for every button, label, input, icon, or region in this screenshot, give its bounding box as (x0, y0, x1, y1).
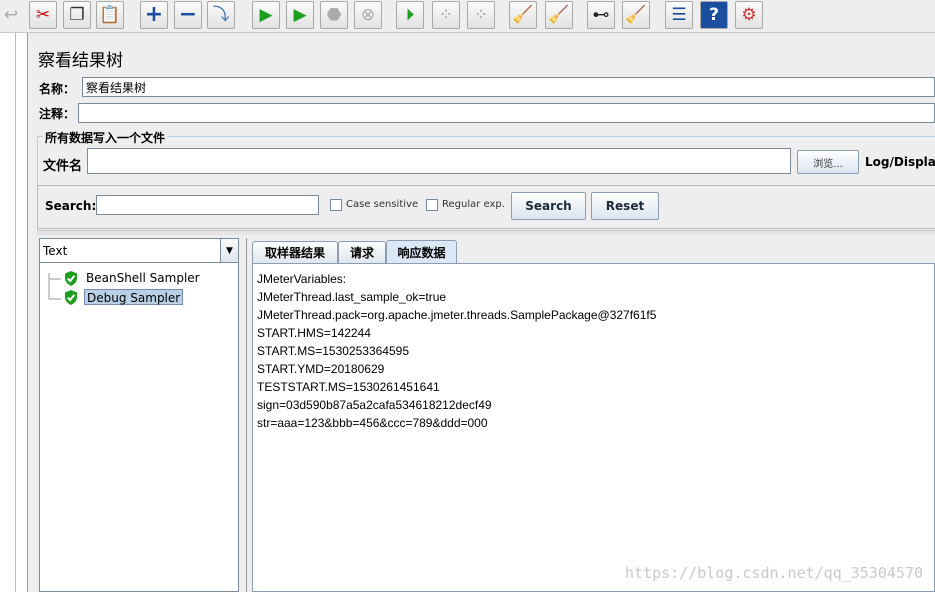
name-field[interactable]: 察看结果树 (82, 77, 935, 97)
page-title: 察看结果树 (38, 51, 123, 71)
toolbar: ↩ ✂ ❐ 📋 + − ⤵ ▶ ▶ ⬣ ⊗ ⏵ ⁘ ⁘ 🧹 🧹 ⊷ 🧹 ☰ ? … (0, 0, 935, 33)
logger-icon[interactable]: ⚙ (735, 1, 763, 29)
log-display-label: Log/Display O (865, 155, 935, 169)
remote-start-icon[interactable]: ⏵ (396, 1, 424, 29)
remote-shutdown-icon[interactable]: ⁘ (467, 1, 495, 29)
response-line: START.YMD=20180629 (257, 362, 385, 376)
browse-button[interactable]: 浏览... (797, 150, 859, 174)
search-input[interactable] (96, 195, 319, 215)
renderer-selected-value: Text (43, 244, 68, 258)
case-sensitive-checkbox[interactable] (330, 199, 342, 211)
splitter-line (246, 238, 247, 592)
cut-icon[interactable]: ✂ (29, 1, 57, 29)
tab-sampler-result[interactable]: 取样器结果 (252, 241, 338, 263)
comment-label: 注释： (39, 107, 76, 121)
copy-icon[interactable]: ❐ (63, 1, 91, 29)
response-line: sign=03d590b87a5a2cafa534618212decf49 (257, 398, 492, 412)
response-line: JMeterVariables: (257, 272, 347, 286)
paste-icon[interactable]: 📋 (96, 1, 124, 29)
start-no-pause-icon[interactable]: ▶ (286, 1, 314, 29)
sampler-tree: Text ▼ BeanShell Sampler Debug Sampler (39, 238, 239, 592)
filename-label: 文件名 (43, 159, 83, 174)
search-button[interactable]: Search (511, 192, 586, 220)
response-line: str=aaa=123&bbb=456&ccc=789&ddd=000 (257, 416, 488, 430)
clear-all-icon[interactable]: 🧹 (545, 1, 573, 29)
chevron-down-icon[interactable]: ▼ (220, 239, 238, 262)
success-shield-icon (65, 290, 77, 305)
tab-request[interactable]: 请求 (338, 241, 386, 263)
response-line: START.HMS=142244 (257, 326, 371, 340)
response-line: START.MS=1530253364595 (257, 344, 409, 358)
view-results-tree-panel: 察看结果树 名称： 察看结果树 注释： 所有数据写入一个文件 文件名 浏览...… (28, 33, 935, 592)
collapse-icon[interactable]: − (174, 1, 202, 29)
response-line: JMeterThread.last_sample_ok=true (257, 290, 447, 304)
tab-response-data[interactable]: 响应数据 (386, 240, 457, 264)
remote-stop-icon[interactable]: ⁘ (432, 1, 460, 29)
response-line: TESTSTART.MS=1530261451641 (257, 380, 440, 394)
tree-item-debug-sampler[interactable]: Debug Sampler (84, 289, 184, 305)
regex-label: Regular exp. (442, 199, 505, 210)
name-label: 名称： (39, 82, 76, 96)
search-icon[interactable]: ⊷ (587, 1, 615, 29)
clear-icon[interactable]: 🧹 (509, 1, 537, 29)
comment-field[interactable] (78, 103, 935, 123)
shutdown-icon[interactable]: ⊗ (354, 1, 382, 29)
help-icon[interactable]: ? (700, 1, 728, 29)
renderer-select[interactable]: Text ▼ (40, 239, 238, 263)
success-shield-icon (65, 271, 77, 286)
response-data-area[interactable]: JMeterVariables: JMeterThread.last_sampl… (252, 263, 935, 592)
stop-icon[interactable]: ⬣ (320, 1, 348, 29)
start-icon[interactable]: ▶ (252, 1, 280, 29)
regex-checkbox[interactable] (426, 199, 438, 211)
response-line: JMeterThread.pack=org.apache.jmeter.thre… (257, 308, 657, 322)
test-plan-tree-strip (0, 33, 28, 592)
back-icon[interactable]: ↩ (0, 1, 22, 29)
tree-item-beanshell-sampler[interactable]: BeanShell Sampler (84, 270, 202, 286)
file-group-title: 所有数据写入一个文件 (43, 129, 168, 146)
function-helper-icon[interactable]: ☰ (665, 1, 693, 29)
reset-search-icon[interactable]: 🧹 (622, 1, 650, 29)
filename-field[interactable] (87, 148, 791, 174)
split-divider[interactable] (37, 230, 935, 235)
watermark: https://blog.csdn.net/qq_35304570 (624, 564, 923, 582)
toggle-icon[interactable]: ⤵ (207, 1, 235, 29)
reset-button[interactable]: Reset (591, 192, 659, 220)
tree-guide-line (15, 33, 16, 592)
vertical-splitter[interactable] (239, 238, 249, 592)
search-label: Search: (45, 199, 97, 213)
result-panel: 取样器结果 请求 响应数据 JMeterVariables: JMeterThr… (249, 238, 935, 592)
case-sensitive-label: Case sensitive (346, 199, 419, 210)
expand-icon[interactable]: + (140, 1, 168, 29)
